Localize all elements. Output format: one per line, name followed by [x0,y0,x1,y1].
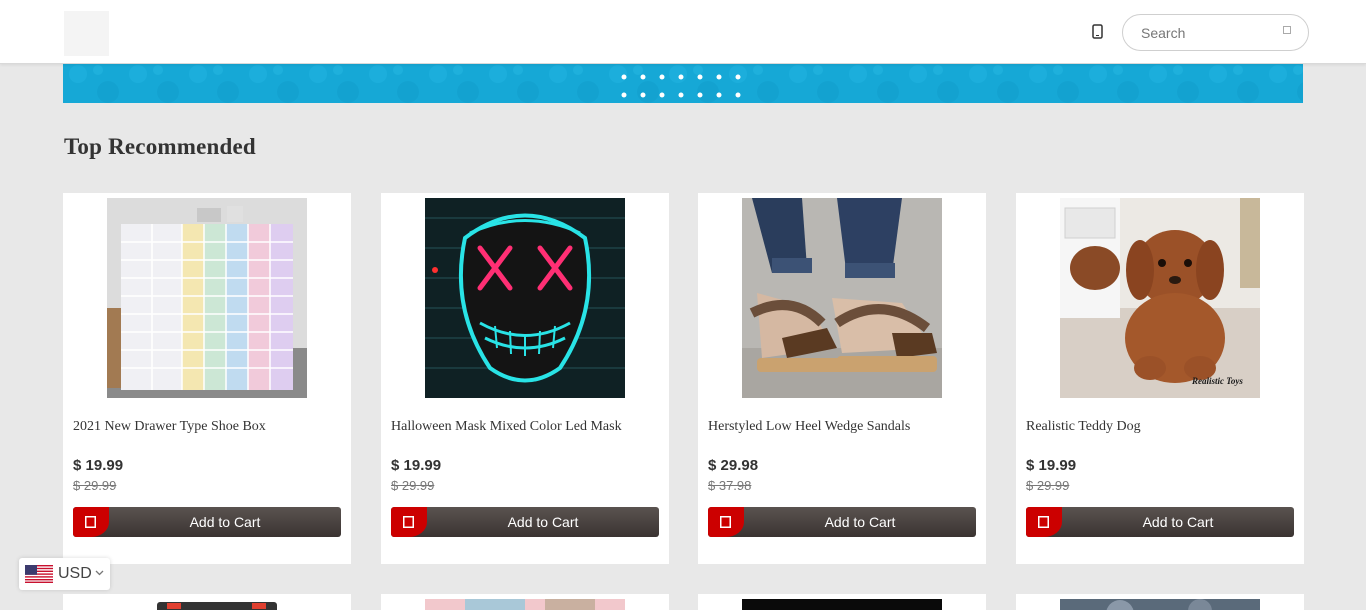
product-image-led-mask[interactable] [425,198,625,398]
carousel-indicator-dots[interactable] [621,74,743,100]
product-price: $ 19.99 [1026,457,1077,474]
product-card[interactable]: 2021 New Drawer Type Shoe Box $ 19.99 $ … [63,193,351,564]
add-to-cart-label: Add to Cart [1142,514,1214,530]
product-old-price: $ 29.99 [73,478,117,493]
currency-code: USD [58,565,92,582]
search-icon[interactable] [1283,26,1292,35]
product-price: $ 19.99 [391,457,442,474]
search-input[interactable] [1141,23,1281,43]
product-image-sandals[interactable] [742,198,942,398]
product-old-price: $ 29.99 [391,478,435,493]
product-price: $ 29.98 [708,457,759,474]
site-logo[interactable] [64,11,109,56]
add-to-cart-button[interactable]: Add to Cart [708,507,976,537]
product-card[interactable] [1016,594,1304,610]
add-to-cart-label: Add to Cart [189,514,261,530]
product-image[interactable] [425,599,625,610]
product-card[interactable] [63,594,351,610]
add-to-cart-button[interactable]: Add to Cart [391,507,659,537]
product-image[interactable] [742,599,942,610]
product-image-teddy-dog[interactable]: Realistic Toys [1060,198,1260,398]
promo-banner[interactable] [63,64,1303,103]
product-card[interactable] [381,594,669,610]
section-title: Top Recommended [64,134,256,159]
product-card[interactable]: Halloween Mask Mixed Color Led Mask $ 19… [381,193,669,564]
currency-selector[interactable]: USD [19,558,110,590]
add-to-cart-label: Add to Cart [824,514,896,530]
product-card[interactable] [698,594,986,610]
product-card[interactable]: Realistic Toys Realistic Teddy Dog $ 19.… [1016,193,1304,564]
add-to-cart-button[interactable]: Add to Cart [1026,507,1294,537]
product-name[interactable]: Realistic Teddy Dog [1026,419,1294,435]
product-image-watermark: Realistic Toys [1191,376,1243,386]
search-box[interactable] [1122,14,1309,51]
product-old-price: $ 37.98 [708,478,752,493]
product-name[interactable]: Herstyled Low Heel Wedge Sandals [708,419,976,435]
phone-icon[interactable] [1092,24,1103,39]
product-price: $ 19.99 [73,457,124,474]
site-header [0,0,1366,64]
add-to-cart-button[interactable]: Add to Cart [73,507,341,537]
us-flag-icon [25,565,53,583]
product-image-shoe-box[interactable] [107,198,307,398]
product-name[interactable]: 2021 New Drawer Type Shoe Box [73,419,341,435]
product-card[interactable]: Herstyled Low Heel Wedge Sandals $ 29.98… [698,193,986,564]
product-name[interactable]: Halloween Mask Mixed Color Led Mask [391,419,659,435]
product-image[interactable] [1060,599,1260,610]
add-to-cart-label: Add to Cart [507,514,579,530]
chevron-down-icon [95,570,104,576]
product-old-price: $ 29.99 [1026,478,1070,493]
product-image[interactable] [107,599,307,610]
